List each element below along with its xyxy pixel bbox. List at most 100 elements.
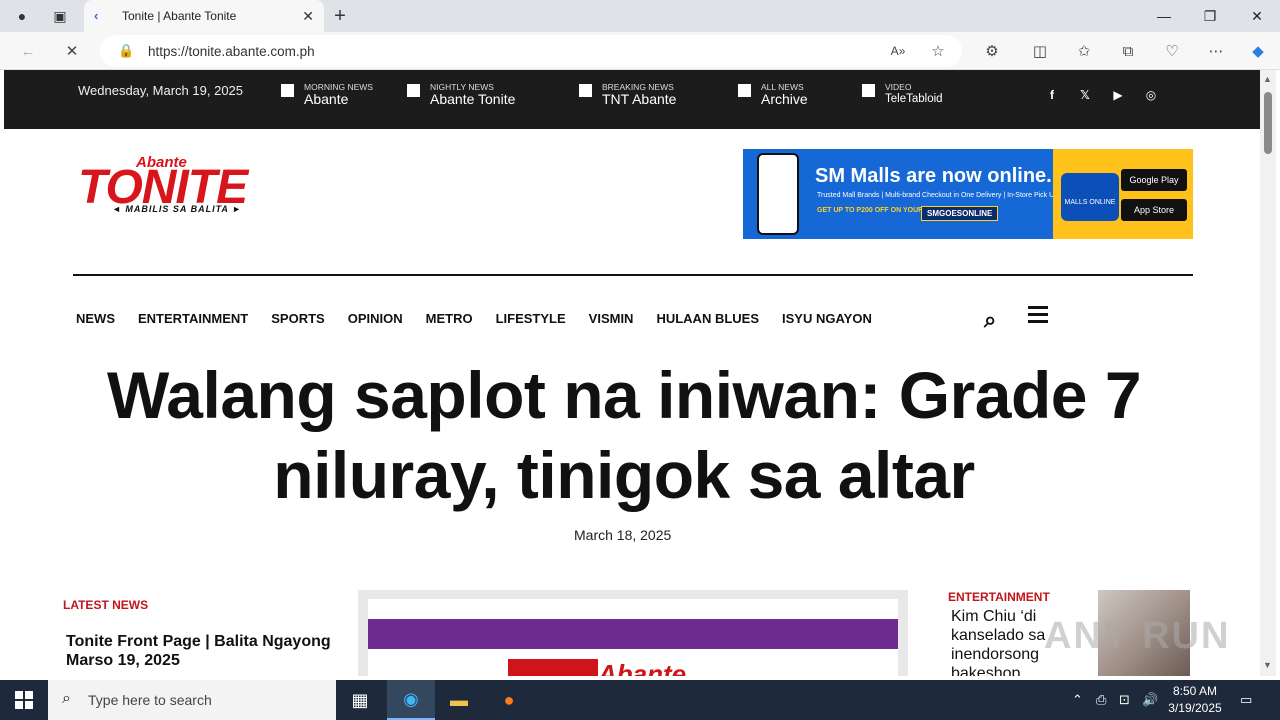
lotto-results-strip — [368, 619, 898, 649]
article-headline[interactable]: Walang saplot na iniwan: Grade 7 niluray… — [64, 355, 1184, 515]
entertainment-item[interactable]: Kim Chiu ‘di kanselado sa inendorsong ba… — [951, 607, 1051, 676]
page-scrollbar[interactable]: ▲ ▼ — [1260, 70, 1276, 676]
favorites-icon[interactable]: ✩ — [1072, 39, 1096, 63]
topbar-link-big: Abante Tonite — [430, 91, 516, 107]
close-window-icon[interactable]: ✕ — [1234, 0, 1280, 32]
phone-image — [757, 153, 799, 235]
topbar-link-teletabloid[interactable]: VIDEO TeleTabloid — [862, 83, 943, 106]
loading-icon: ‹ — [94, 8, 99, 23]
close-tab-icon[interactable]: ✕ — [302, 8, 314, 25]
nav-item-vismin[interactable]: VISMIN — [589, 311, 634, 326]
url-field[interactable]: 🔒 https://tonite.abante.com.ph — [100, 35, 962, 67]
network-icon[interactable]: ⊡ — [1119, 692, 1130, 708]
minimize-icon[interactable]: — — [1141, 0, 1187, 32]
split-screen-icon[interactable]: ◫ — [1028, 39, 1052, 63]
task-view-icon[interactable]: ▦ — [336, 680, 384, 720]
article-date: March 18, 2025 — [574, 527, 672, 543]
url-text: https://tonite.abante.com.ph — [148, 43, 315, 59]
front-page-image[interactable]: Abante — [358, 590, 908, 676]
site-top-bar: Wednesday, March 19, 2025 MORNING NEWS Ab… — [4, 70, 1260, 129]
copilot-icon[interactable]: ◆ — [1246, 39, 1270, 63]
windows-taskbar: ⌕ Type here to search ▦ ◉ ▬ ● ⌃ ⎙ ⊡ 🔊 8:… — [0, 680, 1280, 720]
more-options-icon[interactable]: ⋯ — [1204, 39, 1228, 63]
logo-tagline: ◄ MABILIS SA BALITA ► — [112, 204, 242, 214]
youtube-icon[interactable]: ▶ — [1109, 86, 1127, 104]
profile-icon[interactable]: ● — [10, 4, 34, 28]
collections-icon[interactable]: ⧉ — [1116, 39, 1140, 63]
new-tab-button[interactable]: + — [328, 4, 352, 28]
instagram-icon[interactable]: ◎ — [1142, 86, 1160, 104]
search-icon[interactable]: ⌕ — [984, 307, 996, 333]
search-icon: ⌕ — [62, 690, 71, 707]
clock-date: 3/19/2025 — [1168, 701, 1222, 715]
taskbar-clock[interactable]: 8:50 AM 3/19/2025 — [1160, 683, 1230, 717]
tab-actions-icon[interactable]: ▣ — [48, 4, 72, 28]
front-page-inner: Abante — [368, 599, 898, 676]
ad-banner[interactable]: SM Malls are now online. Trusted Mall Br… — [743, 149, 1193, 239]
firefox-icon[interactable]: ● — [485, 680, 533, 720]
scroll-up-icon[interactable]: ▲ — [1263, 74, 1272, 84]
device-icon[interactable]: ⎙ — [1096, 692, 1106, 708]
topbar-link-archive[interactable]: ALL NEWS Archive — [738, 83, 808, 106]
scroll-down-icon[interactable]: ▼ — [1263, 660, 1272, 670]
topbar-link-big: TNT Abante — [602, 91, 677, 107]
square-icon — [281, 84, 294, 97]
nav-item-isyu-ngayon[interactable]: ISYU NGAYON — [782, 311, 872, 326]
nav-item-entertainment[interactable]: ENTERTAINMENT — [138, 311, 248, 326]
topbar-link-big: Abante — [304, 91, 349, 107]
read-aloud-icon[interactable]: A» — [886, 39, 910, 63]
extensions-icon[interactable]: ⚙ — [980, 39, 1004, 63]
web-page: Wednesday, March 19, 2025 MORNING NEWS Ab… — [4, 70, 1260, 676]
facebook-icon[interactable]: f — [1043, 86, 1061, 104]
windows-start-icon[interactable] — [0, 680, 48, 720]
nav-item-sports[interactable]: SPORTS — [271, 311, 324, 326]
nav-item-news[interactable]: NEWS — [76, 311, 115, 326]
square-icon — [579, 84, 592, 97]
edge-icon[interactable]: ◉ — [387, 680, 435, 720]
nav-item-metro[interactable]: METRO — [426, 311, 473, 326]
site-date: Wednesday, March 19, 2025 — [78, 83, 244, 98]
latest-news-item[interactable]: Tonite Front Page | Balita Ngayong Marso… — [66, 632, 336, 670]
nav-item-hulaan-blues[interactable]: HULAAN BLUES — [656, 311, 759, 326]
latest-news-label: LATEST NEWS — [63, 598, 149, 612]
entertainment-label[interactable]: ENTERTAINMENT — [948, 590, 1050, 604]
volume-icon[interactable]: 🔊 — [1142, 692, 1158, 708]
ad-headline: SM Malls are now online. — [815, 165, 1052, 187]
ad-code: SMGOESONLINE — [921, 206, 999, 221]
sm-malls-badge: MALLS ONLINE — [1061, 173, 1119, 221]
square-icon — [407, 84, 420, 97]
back-icon[interactable]: ← — [16, 39, 40, 63]
nav-item-lifestyle[interactable]: LIFESTYLE — [496, 311, 566, 326]
topbar-link-small: VIDEO — [885, 82, 912, 92]
topbar-link-big: TeleTabloid — [885, 93, 943, 105]
header-divider — [73, 274, 1193, 276]
site-logo[interactable]: Abante TONITE ◄ MABILIS SA BALITA ► — [78, 154, 270, 216]
show-hidden-icons-icon[interactable]: ⌃ — [1072, 692, 1083, 708]
x-icon[interactable]: 𝕏 — [1076, 86, 1094, 104]
square-icon — [738, 84, 751, 97]
address-bar-row: ← ✕ 🔒 https://tonite.abante.com.ph A» ☆ … — [0, 32, 1280, 70]
scrollbar-thumb[interactable] — [1264, 92, 1272, 154]
browser-tab-bar: ● ▣ ‹ Tonite | Abante Tonite ✕ + — ❐ ✕ — [0, 0, 1280, 32]
browser-tab[interactable]: ‹ Tonite | Abante Tonite ✕ — [84, 0, 324, 32]
front-page-red-block — [508, 659, 598, 676]
lock-icon: 🔒 — [118, 43, 135, 58]
ad-subtext: Trusted Mall Brands | Multi-brand Checko… — [817, 192, 1059, 199]
taskbar-search-box[interactable]: ⌕ Type here to search — [48, 680, 336, 720]
anyrun-watermark: ANY RUN — [1044, 615, 1231, 657]
hamburger-menu-icon[interactable] — [1028, 306, 1048, 327]
tab-title: Tonite | Abante Tonite — [122, 9, 237, 23]
topbar-link-tnt-abante[interactable]: BREAKING NEWS TNT Abante — [579, 83, 676, 106]
nav-item-opinion[interactable]: OPINION — [348, 311, 403, 326]
notifications-icon[interactable]: ▭ — [1240, 692, 1252, 708]
stop-loading-icon[interactable]: ✕ — [60, 39, 84, 63]
main-nav: NEWS ENTERTAINMENT SPORTS OPINION METRO … — [76, 311, 895, 326]
browser-essentials-icon[interactable]: ♡ — [1160, 39, 1184, 63]
topbar-link-abante[interactable]: MORNING NEWS Abante — [281, 83, 373, 106]
restore-icon[interactable]: ❐ — [1187, 0, 1233, 32]
favorite-star-icon[interactable]: ☆ — [926, 39, 950, 63]
topbar-link-abante-tonite[interactable]: NIGHTLY NEWS Abante Tonite — [407, 83, 515, 106]
app-store-badge: App Store — [1121, 199, 1187, 221]
square-icon — [862, 84, 875, 97]
file-explorer-icon[interactable]: ▬ — [435, 680, 483, 720]
